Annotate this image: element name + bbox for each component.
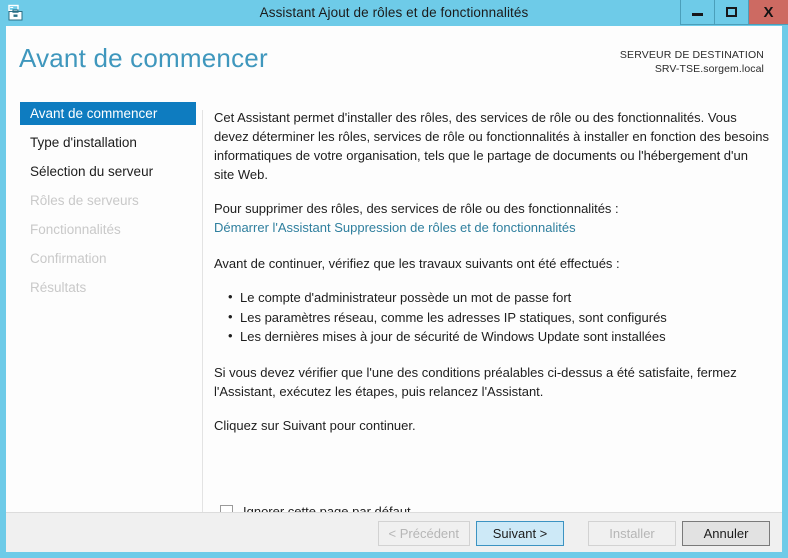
remove-roles-wizard-link[interactable]: Démarrer l'Assistant Suppression de rôle… xyxy=(214,218,576,237)
sidebar-item-roles-serveurs: Rôles de serveurs xyxy=(30,193,139,208)
sidebar-item-resultats: Résultats xyxy=(30,280,87,295)
intro-paragraph: Cet Assistant permet d'installer des rôl… xyxy=(214,110,769,182)
sidebar-divider xyxy=(202,110,203,520)
minimize-button[interactable] xyxy=(680,0,714,25)
window-title: Assistant Ajout de rôles et de fonctionn… xyxy=(259,5,529,20)
wizard-window: Assistant Ajout de rôles et de fonctionn… xyxy=(0,0,788,558)
list-item: Le compte d'administrateur possède un mo… xyxy=(228,287,770,308)
next-button[interactable]: Suivant > xyxy=(476,521,564,546)
sidebar-item-avant-de-commencer[interactable]: Avant de commencer xyxy=(20,102,196,125)
destination-server-block: SERVEUR DE DESTINATION SRV-TSE.sorgem.lo… xyxy=(620,48,764,76)
prerequisite-note: Si vous devez vérifier que l'une des con… xyxy=(214,364,737,399)
page-title: Avant de commencer xyxy=(19,43,268,73)
destination-server-value: SRV-TSE.sorgem.local xyxy=(654,63,764,75)
sidebar-item-selection-serveur[interactable]: Sélection du serveur xyxy=(6,161,196,183)
sidebar-item-fonctionnalites: Fonctionnalités xyxy=(30,222,121,237)
continue-note: Cliquez sur Suivant pour continuer. xyxy=(214,417,416,433)
previous-button: < Précédent xyxy=(377,521,470,546)
destination-server-label: SERVEUR DE DESTINATION xyxy=(619,49,764,61)
wizard-steps-nav: Avant de commencer Type d'installation S… xyxy=(6,102,196,306)
sidebar-item-confirmation: Confirmation xyxy=(30,251,107,266)
cancel-button[interactable]: Annuler xyxy=(682,521,770,546)
install-button: Installer xyxy=(588,521,676,546)
minimize-icon xyxy=(692,13,703,16)
list-item: Les paramètres réseau, comme les adresse… xyxy=(228,307,770,328)
close-button[interactable]: X xyxy=(748,0,788,25)
wizard-page: Avant de commencer SERVEUR DE DESTINATIO… xyxy=(6,26,782,552)
title-bar: Assistant Ajout de rôles et de fonctionn… xyxy=(0,0,788,26)
sidebar-item-type-installation[interactable]: Type d'installation xyxy=(6,132,196,154)
remove-intro-text: Pour supprimer des rôles, des services d… xyxy=(214,201,619,216)
main-content: Cet Assistant permet d'installer des rôl… xyxy=(214,108,770,450)
wizard-footer: < Précédent Suivant > Installer Annuler xyxy=(6,512,782,552)
prerequisites-list: Le compte d'administrateur possède un mo… xyxy=(214,287,770,347)
close-icon: X xyxy=(763,3,774,21)
list-item: Les dernières mises à jour de sécurité d… xyxy=(228,326,770,347)
footer-button-row: < Précédent Suivant > Installer Annuler xyxy=(377,521,770,546)
window-controls: X xyxy=(680,0,788,26)
maximize-icon xyxy=(726,7,737,17)
maximize-button[interactable] xyxy=(714,0,748,25)
page-header: Avant de commencer SERVEUR DE DESTINATIO… xyxy=(6,26,782,94)
checklist-intro-text: Avant de continuer, vérifiez que les tra… xyxy=(214,256,620,271)
server-wizard-icon xyxy=(7,4,25,22)
